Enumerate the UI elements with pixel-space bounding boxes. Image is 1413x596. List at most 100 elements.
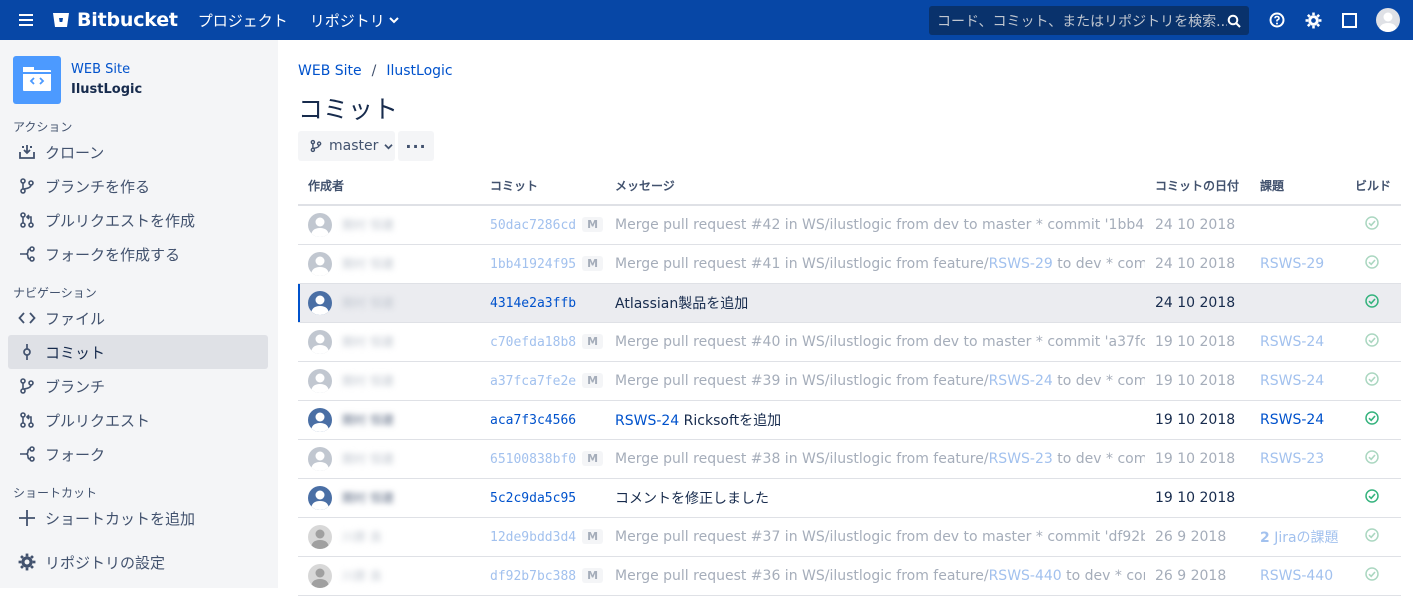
commit-hash-link[interactable]: 50dac7286cd	[490, 218, 576, 233]
commit-message[interactable]: コメントを修正しました	[615, 491, 769, 507]
sidebar-item-branches[interactable]: ブランチ	[8, 369, 268, 403]
build-success-icon[interactable]	[1365, 254, 1379, 269]
author-avatar[interactable]	[308, 563, 332, 588]
table-row[interactable]: 川原 良 df92b7bc388 M Merge pull request #36 i…	[298, 556, 1401, 596]
message-issue-link[interactable]: RSWS-24	[989, 373, 1053, 389]
menu-icon[interactable]	[0, 0, 52, 40]
commit-message[interactable]: Merge pull request #40 in WS/ilustlogic …	[615, 334, 1145, 350]
table-row[interactable]: 開村 恒建 1bb41924f95 M Merge pull request #41 …	[298, 244, 1401, 284]
author-avatar[interactable]	[308, 251, 332, 276]
user-avatar[interactable]	[1376, 8, 1400, 32]
table-row[interactable]: 開村 恒建 c70efda18b8 M Merge pull request #40 …	[298, 322, 1401, 362]
issue-link[interactable]: RSWS-24	[1260, 412, 1324, 428]
table-row[interactable]: 開村 恒建 5c2c9da5c95 コメントを修正しました 19 10 2018	[298, 478, 1401, 518]
commit-hash-link[interactable]: df92b7bc388	[490, 569, 576, 584]
table-row[interactable]: 開村 恒建 aca7f3c4566 RSWS-24 Ricksoftを追加 19 10…	[298, 400, 1401, 440]
sidebar-item-create-branch[interactable]: ブランチを作る	[8, 169, 268, 203]
commit-message[interactable]: Merge pull request #42 in WS/ilustlogic …	[615, 217, 1145, 233]
issue-link[interactable]: RSWS-23	[1260, 451, 1324, 467]
commit-message-rest[interactable]: to dev * commit	[1053, 451, 1145, 467]
table-row[interactable]: 開村 恒建 a37fca7fe2e M Merge pull request #39 …	[298, 361, 1401, 401]
issue-link[interactable]: 2 Jiraの課題	[1260, 530, 1339, 546]
gear-icon[interactable]	[1303, 10, 1323, 30]
help-icon[interactable]	[1267, 10, 1287, 30]
breadcrumb-repo[interactable]: IlustLogic	[386, 63, 452, 79]
build-success-icon[interactable]	[1365, 527, 1379, 542]
breadcrumb-separator: /	[371, 63, 377, 79]
issue-label: RSWS-23	[1260, 450, 1325, 467]
sidebar-item-repo-settings[interactable]: リポジトリの設定	[8, 545, 268, 579]
table-row[interactable]: 開村 恒建 50dac7286cd M Merge pull request #42 …	[298, 205, 1401, 245]
commit-message-rest[interactable]: Ricksoftを追加	[679, 413, 781, 429]
breadcrumb-project[interactable]: WEB Site	[298, 63, 362, 79]
sidebar-item-forks[interactable]: フォーク	[8, 437, 268, 471]
commit-date: 24 10 2018	[1155, 294, 1236, 311]
sidebar-item-commits[interactable]: コミット	[8, 335, 268, 369]
table-header-row: 作成者 コミット メッセージ コミットの日付 課題 ビルド	[298, 167, 1401, 206]
sidebar-item-files[interactable]: ファイル	[8, 301, 268, 335]
author-avatar[interactable]	[308, 368, 332, 393]
commit-message[interactable]: Atlassian製品を追加	[615, 296, 748, 312]
table-row[interactable]: 川原 良 12de9bdd3d4 M Merge pull request #37 i…	[298, 517, 1401, 557]
projects-link[interactable]: プロジェクト	[198, 10, 288, 31]
commit-hash-link[interactable]: 4314e2a3ffb	[490, 296, 576, 311]
issue-link[interactable]: RSWS-440	[1260, 568, 1333, 584]
commit-hash-link[interactable]: aca7f3c4566	[490, 413, 576, 428]
author-avatar[interactable]	[308, 524, 332, 549]
message-issue-link[interactable]: RSWS-24	[615, 413, 679, 429]
commit-message[interactable]: Merge pull request #36 in WS/ilustlogic …	[615, 568, 989, 584]
commit-message[interactable]: Merge pull request #37 in WS/ilustlogic …	[615, 529, 1145, 545]
commit-message[interactable]: Merge pull request #39 in WS/ilustlogic …	[615, 373, 989, 389]
sidebar-item-pull-requests[interactable]: プルリクエスト	[8, 403, 268, 437]
message-cell: Merge pull request #41 in WS/ilustlogic …	[605, 244, 1145, 284]
branch-selector[interactable]: master	[298, 131, 395, 161]
author-avatar[interactable]	[308, 446, 332, 471]
more-actions-button[interactable]: ···	[398, 131, 434, 161]
build-success-icon[interactable]	[1365, 488, 1379, 503]
build-success-icon[interactable]	[1365, 371, 1379, 386]
commit-hash-link[interactable]: 12de9bdd3d4	[490, 530, 576, 545]
issue-link[interactable]: RSWS-29	[1260, 256, 1324, 272]
author-avatar[interactable]	[308, 212, 332, 237]
sidebar-item-clone[interactable]: クローン	[8, 135, 268, 169]
repositories-dropdown[interactable]: リポジトリ	[310, 10, 399, 31]
repo-avatar[interactable]	[13, 56, 61, 104]
table-row[interactable]: 開村 恒建 4314e2a3ffb Atlassian製品を追加 24 10 2018	[298, 283, 1401, 323]
author-avatar[interactable]	[308, 485, 332, 510]
commit-hash-link[interactable]: 1bb41924f95	[490, 257, 576, 272]
commit-message-rest[interactable]: to dev * commit	[1062, 568, 1145, 584]
commit-hash-link[interactable]: 5c2c9da5c95	[490, 491, 576, 506]
repo-name[interactable]: IlustLogic	[71, 80, 142, 100]
message-issue-link[interactable]: RSWS-440	[989, 568, 1062, 584]
commit-message[interactable]: Merge pull request #41 in WS/ilustlogic …	[615, 256, 989, 272]
issue-link[interactable]: RSWS-24	[1260, 373, 1324, 389]
commit-message-rest[interactable]: to dev * commit	[1053, 256, 1145, 272]
build-success-icon[interactable]	[1365, 293, 1379, 308]
table-row[interactable]: 開村 恒建 65100838bf0 M Merge pull request #38 …	[298, 439, 1401, 479]
person-icon	[311, 451, 329, 471]
window-icon[interactable]	[1339, 10, 1359, 30]
build-success-icon[interactable]	[1365, 332, 1379, 347]
author-avatar[interactable]	[308, 290, 332, 315]
build-success-icon[interactable]	[1365, 566, 1379, 581]
commit-hash-link[interactable]: 65100838bf0	[490, 452, 576, 467]
build-success-icon[interactable]	[1365, 449, 1379, 464]
sidebar-item-create-fork[interactable]: フォークを作成する	[8, 237, 268, 271]
author-avatar[interactable]	[308, 407, 332, 432]
commit-message[interactable]: Merge pull request #38 in WS/ilustlogic …	[615, 451, 989, 467]
message-issue-link[interactable]: RSWS-23	[989, 451, 1053, 467]
author-avatar[interactable]	[308, 329, 332, 354]
commit-hash-link[interactable]: c70efda18b8	[490, 335, 576, 350]
issue-label: RSWS-24	[1260, 333, 1325, 350]
bitbucket-logo[interactable]: Bitbucket	[52, 9, 178, 31]
commit-hash-link[interactable]: a37fca7fe2e	[490, 374, 576, 389]
add-shortcut-button[interactable]: ショートカットを追加	[8, 501, 268, 535]
commit-message-rest[interactable]: to dev * commit	[1053, 373, 1145, 389]
issue-link[interactable]: RSWS-24	[1260, 334, 1324, 350]
sidebar-item-create-pull-request[interactable]: プルリクエストを作成	[8, 203, 268, 237]
project-link[interactable]: WEB Site	[71, 60, 142, 80]
build-success-icon[interactable]	[1365, 410, 1379, 425]
search-input[interactable]: コード、コミット、またはリポジトリを検索...	[929, 6, 1249, 35]
build-success-icon[interactable]	[1365, 216, 1379, 230]
message-issue-link[interactable]: RSWS-29	[989, 256, 1053, 272]
